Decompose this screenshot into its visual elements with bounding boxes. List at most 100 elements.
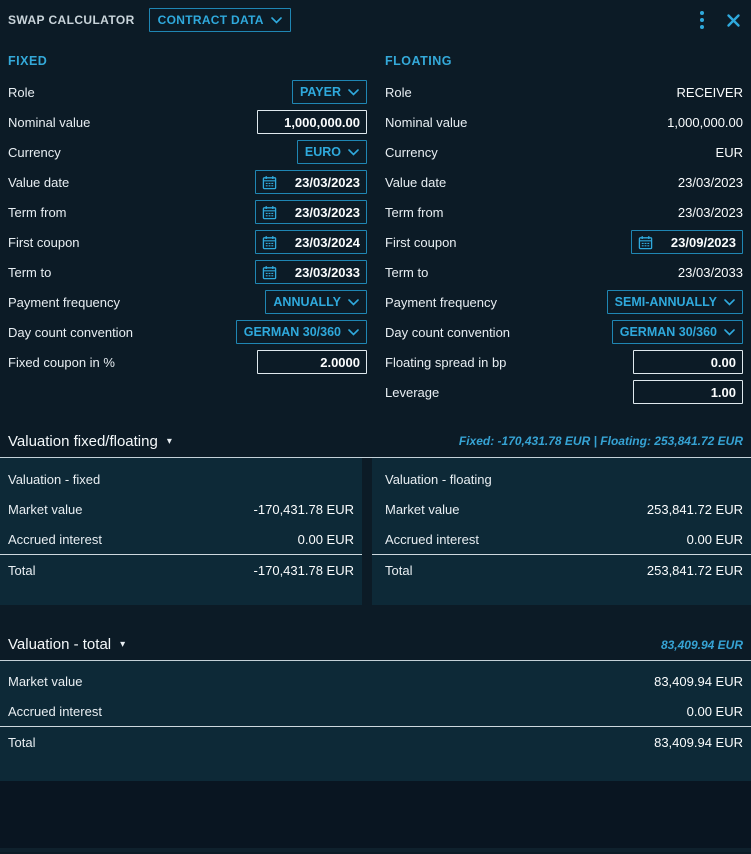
fixed-term-from-input[interactable]: 23/03/2023 xyxy=(255,200,367,224)
valuation-total-toggle[interactable]: Valuation - total ▾ xyxy=(8,636,125,653)
fixed-role-value: PAYER xyxy=(300,85,341,99)
chevron-down-icon xyxy=(724,329,735,336)
fixed-column: FIXED Role PAYER Nominal value Currency … xyxy=(8,54,367,407)
titlebar-actions xyxy=(696,9,741,31)
valuation-fixed-table: Valuation - fixed Market value -170,431.… xyxy=(0,458,362,605)
valuation-floating-title-row: Valuation - floating xyxy=(372,464,751,494)
accrued-interest-amount: 0.00 EUR xyxy=(298,532,354,547)
table-row: Accrued interest 0.00 EUR xyxy=(0,524,362,554)
floating-day-count-row: Day count convention GERMAN 30/360 xyxy=(385,317,743,347)
valuation-total-title: Valuation - total xyxy=(8,636,111,653)
fixed-nominal-label: Nominal value xyxy=(8,115,90,130)
fixed-payment-frequency-value: ANNUALLY xyxy=(273,295,341,309)
calendar-icon xyxy=(262,175,277,190)
floating-role-label: Role xyxy=(385,85,412,100)
fixed-payment-frequency-label: Payment frequency xyxy=(8,295,120,310)
fixed-nominal-input[interactable] xyxy=(257,110,367,134)
fixed-payment-frequency-row: Payment frequency ANNUALLY xyxy=(8,287,367,317)
fixed-day-count-row: Day count convention GERMAN 30/360 xyxy=(8,317,367,347)
total-label: Total xyxy=(8,735,35,750)
calendar-icon xyxy=(262,235,277,250)
chevron-down-icon xyxy=(348,149,359,156)
total-label: Total xyxy=(8,563,35,578)
fixed-payment-frequency-dropdown[interactable]: ANNUALLY xyxy=(265,290,367,314)
floating-spread-input[interactable] xyxy=(633,350,743,374)
total-amount: 83,409.94 EUR xyxy=(654,735,743,750)
market-value-label: Market value xyxy=(8,674,82,689)
calendar-icon xyxy=(262,265,277,280)
fixed-term-to-value: 23/03/2033 xyxy=(295,265,360,280)
floating-term-to-value: 23/03/2033 xyxy=(678,265,743,280)
floating-currency-value: EUR xyxy=(716,145,743,160)
floating-payment-frequency-label: Payment frequency xyxy=(385,295,497,310)
accrued-interest-amount: 0.00 EUR xyxy=(687,532,743,547)
fixed-value-date-value: 23/03/2023 xyxy=(295,175,360,190)
fixed-currency-dropdown[interactable]: EURO xyxy=(297,140,367,164)
floating-payment-frequency-dropdown[interactable]: SEMI-ANNUALLY xyxy=(607,290,743,314)
fixed-coupon-row: Fixed coupon in % xyxy=(8,347,367,377)
floating-day-count-value: GERMAN 30/360 xyxy=(620,325,717,339)
table-row: Market value 83,409.94 EUR xyxy=(0,666,751,696)
accrued-interest-label: Accrued interest xyxy=(8,704,102,719)
floating-term-from-label: Term from xyxy=(385,205,444,220)
floating-first-coupon-label: First coupon xyxy=(385,235,457,250)
valuation-fixed-title: Valuation - fixed xyxy=(8,472,100,487)
market-value-label: Market value xyxy=(385,502,459,517)
floating-first-coupon-input[interactable]: 23/09/2023 xyxy=(631,230,743,254)
fixed-coupon-label: Fixed coupon in % xyxy=(8,355,115,370)
window-bottom-edge xyxy=(0,848,751,852)
floating-leverage-input[interactable] xyxy=(633,380,743,404)
fixed-day-count-dropdown[interactable]: GERMAN 30/360 xyxy=(236,320,367,344)
fixed-term-to-label: Term to xyxy=(8,265,51,280)
fixed-term-to-row: Term to 23/03/2033 xyxy=(8,257,367,287)
fixed-value-date-input[interactable]: 23/03/2023 xyxy=(255,170,367,194)
chevron-down-icon xyxy=(348,299,359,306)
fixed-first-coupon-value: 23/03/2024 xyxy=(295,235,360,250)
fixed-role-dropdown[interactable]: PAYER xyxy=(292,80,367,104)
valuation-ff-title: Valuation fixed/floating xyxy=(8,433,158,450)
floating-section-title: FLOATING xyxy=(385,54,743,77)
valuation-ff-toggle[interactable]: Valuation fixed/floating ▾ xyxy=(8,433,172,450)
fixed-day-count-label: Day count convention xyxy=(8,325,133,340)
fixed-first-coupon-input[interactable]: 23/03/2024 xyxy=(255,230,367,254)
fixed-currency-value: EURO xyxy=(305,145,341,159)
market-value-amount: -170,431.78 EUR xyxy=(254,502,354,517)
accrued-interest-label: Accrued interest xyxy=(385,532,479,547)
total-amount: 253,841.72 EUR xyxy=(647,563,743,578)
floating-payment-frequency-value: SEMI-ANNUALLY xyxy=(615,295,717,309)
fixed-coupon-input[interactable] xyxy=(257,350,367,374)
market-value-amount: 83,409.94 EUR xyxy=(654,674,743,689)
floating-payment-frequency-row: Payment frequency SEMI-ANNUALLY xyxy=(385,287,743,317)
floating-nominal-row: Nominal value 1,000,000.00 xyxy=(385,107,743,137)
floating-first-coupon-row: First coupon 23/09/2023 xyxy=(385,227,743,257)
floating-currency-row: Currency EUR xyxy=(385,137,743,167)
table-row: Accrued interest 0.00 EUR xyxy=(0,696,751,726)
close-icon[interactable] xyxy=(726,13,741,28)
floating-currency-label: Currency xyxy=(385,145,438,160)
total-row: Total -170,431.78 EUR xyxy=(0,555,362,585)
floating-day-count-dropdown[interactable]: GERMAN 30/360 xyxy=(612,320,743,344)
valuation-total-header: Valuation - total ▾ 83,409.94 EUR xyxy=(0,629,751,661)
fixed-value-date-label: Value date xyxy=(8,175,69,190)
valuation-floating-title: Valuation - floating xyxy=(385,472,492,487)
floating-leverage-row: Leverage xyxy=(385,377,743,407)
valuation-total-summary: 83,409.94 EUR xyxy=(661,638,743,652)
valuation-ff-header: Valuation fixed/floating ▾ Fixed: -170,4… xyxy=(0,425,751,458)
floating-spread-row: Floating spread in bp xyxy=(385,347,743,377)
floating-term-to-row: Term to 23/03/2033 xyxy=(385,257,743,287)
contract-data-dropdown[interactable]: CONTRACT DATA xyxy=(149,8,291,32)
fixed-first-coupon-label: First coupon xyxy=(8,235,80,250)
floating-term-from-value: 23/03/2023 xyxy=(678,205,743,220)
calendar-icon xyxy=(638,235,653,250)
fixed-nominal-row: Nominal value xyxy=(8,107,367,137)
chevron-down-icon xyxy=(271,17,282,24)
caret-down-icon: ▾ xyxy=(120,639,125,650)
table-row: Market value -170,431.78 EUR xyxy=(0,494,362,524)
calendar-icon xyxy=(262,205,277,220)
floating-column: FLOATING Role RECEIVER Nominal value 1,0… xyxy=(385,54,743,407)
floating-term-from-row: Term from 23/03/2023 xyxy=(385,197,743,227)
kebab-menu-icon[interactable] xyxy=(696,9,708,31)
accrued-interest-label: Accrued interest xyxy=(8,532,102,547)
fixed-term-to-input[interactable]: 23/03/2033 xyxy=(255,260,367,284)
fixed-day-count-value: GERMAN 30/360 xyxy=(244,325,341,339)
